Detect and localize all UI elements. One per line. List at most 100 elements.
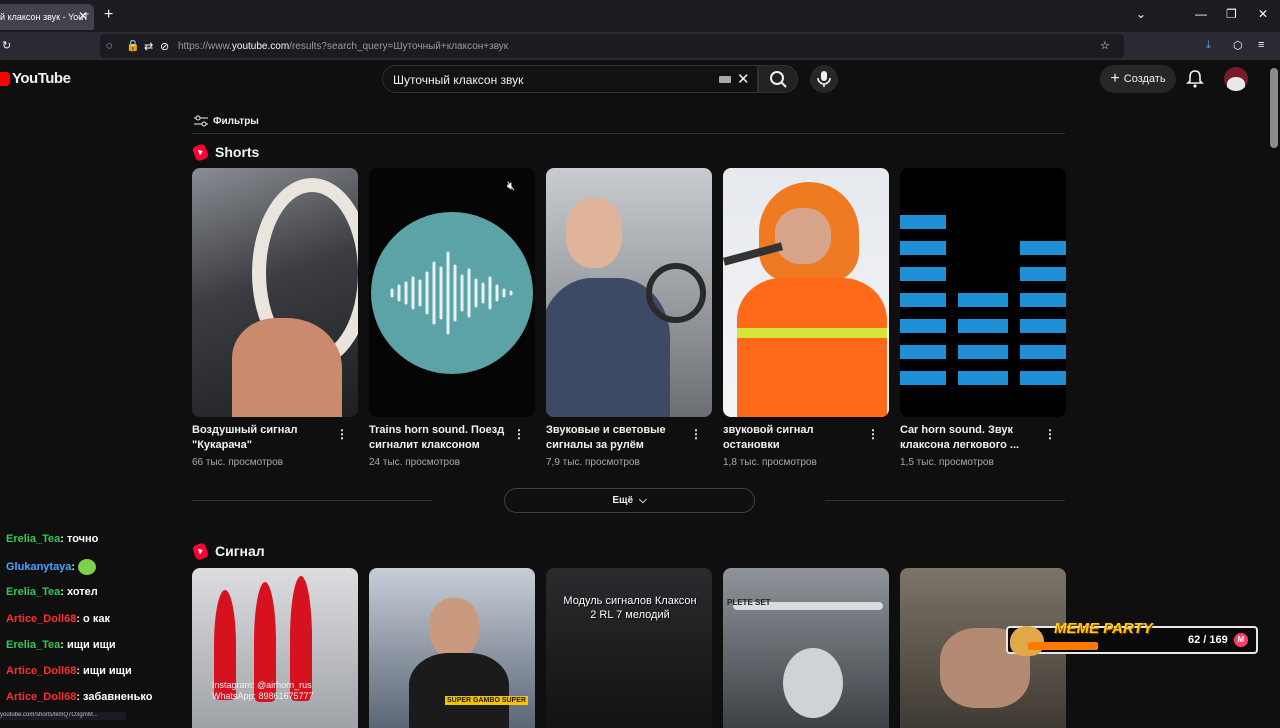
keyboard-icon[interactable] bbox=[719, 76, 731, 83]
divider bbox=[192, 133, 1065, 134]
short-thumbnail[interactable]: SUPER GAMBO SUPER bbox=[369, 568, 535, 728]
clear-search-icon[interactable]: ✕ bbox=[737, 70, 750, 88]
search-input[interactable]: Шуточный клаксон звук ✕ bbox=[382, 65, 758, 93]
extensions-icon[interactable]: ⬡ bbox=[1233, 39, 1243, 52]
bell-icon bbox=[1186, 70, 1204, 88]
thumbnail-overlay-text: PLETE SET bbox=[727, 598, 771, 607]
chat-user: Artice_Doll68 bbox=[6, 665, 77, 677]
more-options-icon[interactable]: ⋮ bbox=[1044, 427, 1056, 441]
meme-party-count: 62 / 169 bbox=[1188, 634, 1228, 646]
short-title[interactable]: Trains horn sound. Поезд сигналит клаксо… bbox=[369, 423, 509, 453]
create-label: Создать bbox=[1123, 73, 1166, 85]
short-card[interactable]: PLETE SET bbox=[723, 568, 889, 728]
search-button[interactable] bbox=[758, 65, 798, 93]
short-views: 24 тыс. просмотров bbox=[369, 457, 460, 468]
more-options-icon[interactable]: ⋮ bbox=[513, 427, 525, 441]
reload-icon[interactable]: ↻ bbox=[2, 39, 11, 52]
lock-icon[interactable]: 🔒 bbox=[126, 39, 140, 52]
voice-search-button[interactable] bbox=[810, 65, 838, 93]
short-title[interactable]: звуковой сигнал остановки bbox=[723, 423, 863, 453]
filters-label: Фильтры bbox=[213, 115, 259, 127]
more-options-icon[interactable]: ⋮ bbox=[867, 427, 879, 441]
short-title[interactable]: Воздушный сигнал "Кукарача" bbox=[192, 423, 332, 453]
short-thumbnail[interactable] bbox=[192, 168, 358, 417]
short-thumbnail[interactable] bbox=[546, 168, 712, 417]
browser-tab[interactable]: й клаксон звук - YouT ✕ bbox=[0, 4, 94, 30]
filter-sliders-icon bbox=[194, 115, 208, 127]
short-card[interactable]: звуковой сигнал остановки ⋮ 1,8 тыс. про… bbox=[723, 168, 889, 468]
short-title[interactable]: Car horn sound. Звук клаксона легкового … bbox=[900, 423, 1040, 453]
short-views: 1,8 тыс. просмотров bbox=[723, 457, 817, 468]
url-text[interactable]: https://www.youtube.com/results?search_q… bbox=[178, 41, 508, 52]
short-thumbnail[interactable] bbox=[723, 168, 889, 417]
short-title[interactable]: Звуковые и световые сигналы за рулём bbox=[546, 423, 686, 453]
chat-message: Erelia_Tea: ищи ищи bbox=[6, 639, 116, 651]
youtube-logo[interactable]: YouTube bbox=[0, 70, 71, 87]
camera-blocked-icon[interactable]: ⊘ bbox=[160, 40, 169, 53]
short-card[interactable]: SUPER GAMBO SUPER bbox=[369, 568, 535, 728]
browser-navbar: ↻ ◌ 🔒 ⇄ ⊘ https://www.youtube.com/result… bbox=[0, 32, 1280, 60]
frog-emote-icon bbox=[78, 559, 97, 575]
more-options-icon[interactable]: ⋮ bbox=[690, 427, 702, 441]
signal-section-title: Сигнал bbox=[191, 541, 265, 561]
short-card[interactable]: Car horn sound. Звук клаксона легкового … bbox=[900, 168, 1066, 468]
short-card[interactable]: Модуль сигналов Клаксон 2 RL 7 мелодий bbox=[546, 568, 712, 728]
more-options-icon[interactable]: ⋮ bbox=[336, 427, 348, 441]
chat-text: ищи ищи bbox=[83, 665, 132, 677]
url-bar[interactable]: ◌ 🔒 ⇄ ⊘ https://www.youtube.com/results?… bbox=[100, 34, 1124, 58]
meme-badge-icon: M bbox=[1234, 633, 1248, 647]
chat-message: Artice_Doll68: о как bbox=[6, 613, 110, 625]
short-thumbnail[interactable]: 🔇︎ bbox=[369, 168, 535, 417]
thumbnail-overlay-text: Instagram: @airhorn_rus WhatsApp: 898616… bbox=[212, 680, 314, 701]
thumbnail-overlay-text: Модуль сигналов Клаксон 2 RL 7 мелодий bbox=[563, 595, 697, 621]
short-card[interactable]: Воздушный сигнал "Кукарача" ⋮ 66 тыс. пр… bbox=[192, 168, 358, 468]
chat-user: Erelia_Tea bbox=[6, 639, 61, 651]
tab-list-chevron-icon[interactable]: ⌄ bbox=[1136, 7, 1146, 21]
meme-party-title: MEME PARTY bbox=[1054, 620, 1153, 637]
show-more-button[interactable]: Ещё ⌵ bbox=[504, 488, 755, 513]
mute-icon[interactable]: 🔇︎ bbox=[507, 178, 515, 194]
menu-icon[interactable]: ≡ bbox=[1258, 39, 1264, 51]
meme-party-widget: MEME PARTY 62 / 169 M bbox=[1006, 620, 1258, 656]
downloads-icon[interactable]: ⤓ bbox=[1206, 39, 1211, 52]
chat-text: точно bbox=[66, 533, 99, 545]
bookmark-star-icon[interactable]: ☆ bbox=[1100, 39, 1110, 52]
short-card[interactable]: Instagram: @airhorn_rus WhatsApp: 898616… bbox=[192, 568, 358, 728]
shield-icon[interactable]: ◌ bbox=[106, 40, 113, 52]
chat-user: Artice_Doll68 bbox=[6, 613, 77, 625]
short-thumbnail[interactable] bbox=[900, 168, 1066, 417]
scrollbar-thumb[interactable] bbox=[1270, 68, 1278, 148]
chat-user: Artice_Doll68 bbox=[6, 691, 77, 703]
shorts-title: Shorts bbox=[215, 144, 260, 160]
short-views: 66 тыс. просмотров bbox=[192, 457, 283, 468]
notifications-button[interactable] bbox=[1186, 69, 1204, 94]
signal-title: Сигнал bbox=[215, 543, 265, 559]
chat-message: Glukanytaya: bbox=[6, 559, 97, 575]
chat-user: Erelia_Tea bbox=[6, 586, 61, 598]
restore-icon[interactable]: ❐ bbox=[1226, 7, 1237, 21]
permissions-icon[interactable]: ⇄ bbox=[144, 40, 153, 53]
chat-text: забавненько bbox=[83, 691, 153, 703]
filters-button[interactable]: Фильтры bbox=[194, 115, 259, 127]
status-url: youtube.com/shorts/lkmQ7O3gmM... bbox=[0, 712, 126, 720]
shorts-icon bbox=[191, 541, 210, 561]
create-button[interactable]: + Создать bbox=[1100, 65, 1176, 93]
short-thumbnail[interactable]: Instagram: @airhorn_rus WhatsApp: 898616… bbox=[192, 568, 358, 728]
search-value: Шуточный клаксон звук bbox=[393, 73, 524, 87]
short-card[interactable]: 🔇︎ Trains horn sound. Поезд сигналит кла… bbox=[369, 168, 535, 468]
avatar[interactable] bbox=[1224, 67, 1248, 91]
chevron-down-icon: ⌵ bbox=[639, 495, 647, 506]
tab-close-icon[interactable]: ✕ bbox=[78, 9, 88, 23]
shorts-icon bbox=[191, 142, 210, 162]
short-thumbnail[interactable]: PLETE SET bbox=[723, 568, 889, 728]
new-tab-button[interactable]: + bbox=[104, 6, 113, 24]
scrollbar[interactable] bbox=[1268, 60, 1280, 720]
short-thumbnail[interactable]: Модуль сигналов Клаксон 2 RL 7 мелодий bbox=[546, 568, 712, 728]
divider bbox=[825, 500, 1065, 501]
close-window-icon[interactable]: ✕ bbox=[1258, 7, 1268, 21]
short-card[interactable]: Звуковые и световые сигналы за рулём ⋮ 7… bbox=[546, 168, 712, 468]
doge-icon bbox=[1010, 626, 1044, 656]
chat-message: Erelia_Tea: хотел bbox=[6, 586, 98, 598]
minimize-icon[interactable]: — bbox=[1195, 7, 1207, 21]
youtube-logo-icon bbox=[0, 71, 10, 86]
